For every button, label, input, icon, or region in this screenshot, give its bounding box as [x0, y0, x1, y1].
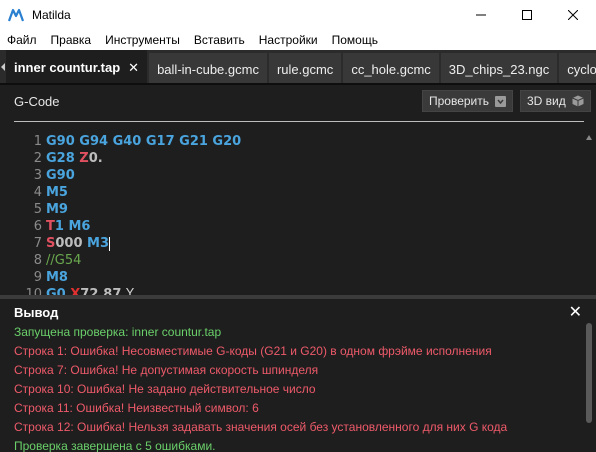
line-number: 4	[33, 185, 42, 200]
code-token: G90	[46, 168, 75, 183]
code-token: M5	[46, 185, 68, 200]
code-token: 000	[55, 236, 88, 251]
tab-close-icon[interactable]: ✕	[128, 60, 139, 76]
check-button-label: Проверить	[429, 94, 490, 108]
code-token: M3	[87, 236, 110, 251]
line-number: 1	[33, 134, 42, 149]
menu-insert[interactable]: Вставить	[187, 30, 252, 50]
code-token: 1	[54, 219, 69, 234]
output-line: Строка 1: Ошибка! Несовместимые G-коды (…	[14, 344, 492, 358]
tab-label: ball-in-cube.gcmc	[157, 61, 259, 77]
output-header: Вывод ✕	[0, 299, 596, 325]
line-number: 7	[33, 236, 42, 251]
output-scrollbar[interactable]	[586, 323, 592, 452]
output-close-icon[interactable]: ✕	[569, 302, 582, 322]
line-number: 9	[33, 270, 42, 285]
menu-settings[interactable]: Настройки	[252, 30, 325, 50]
output-line: Проверка завершена с 5 ошибками.	[14, 439, 216, 452]
tab-rule[interactable]: rule.gcmc	[268, 53, 342, 83]
output-line: Строка 11: Ошибка! Неизвестный символ: 6	[14, 401, 259, 415]
code-line[interactable]: 9 M8	[0, 269, 68, 286]
code-line[interactable]: 2 G28 Z0.	[0, 150, 103, 167]
view-3d-button-label: 3D вид	[527, 94, 566, 108]
code-line[interactable]: 4 M5	[0, 184, 68, 201]
line-number: 2	[33, 151, 42, 166]
code-line[interactable]: 3 G90	[0, 167, 75, 184]
cube-icon	[572, 95, 584, 107]
code-editor[interactable]: 1 G90 G94 G40 G17 G21 G20 2 G28 Z0. 3 G90 4 M5 5…	[0, 130, 596, 295]
matilda-logo-icon	[8, 8, 24, 22]
close-icon	[568, 10, 578, 20]
check-button[interactable]: Проверить	[422, 90, 514, 112]
code-token: G28	[46, 151, 80, 166]
menu-edit[interactable]: Правка	[44, 30, 99, 50]
output-title: Вывод	[14, 305, 59, 320]
code-token: Y	[125, 287, 134, 295]
code-token: M6	[68, 219, 91, 234]
menu-file[interactable]: Файл	[0, 30, 44, 50]
gcode-label: G-Code	[14, 94, 60, 109]
line-number: 10	[25, 287, 42, 295]
tab-cycloids[interactable]: cycloids	[559, 53, 596, 83]
tab-inner-countur[interactable]: inner countur.tap ✕	[6, 50, 148, 83]
code-token: G0	[46, 287, 71, 295]
maximize-button[interactable]	[504, 0, 550, 30]
line-number: 8	[33, 253, 42, 268]
code-token: M9	[46, 202, 68, 217]
view-3d-button[interactable]: 3D вид	[520, 90, 591, 112]
output-log: Запущена проверка: inner countur.tap Стро…	[0, 323, 596, 452]
editor-scroll-up-icon[interactable]	[586, 134, 592, 142]
menu-tools[interactable]: Инструменты	[98, 30, 187, 50]
code-token: G90 G94 G40 G17 G21 G20	[46, 134, 242, 149]
maximize-icon	[522, 10, 532, 20]
menu-help[interactable]: Помощь	[325, 30, 385, 50]
code-line[interactable]: 8 //G54	[0, 252, 82, 269]
line-number: 5	[33, 202, 42, 217]
tab-label: inner countur.tap	[14, 60, 121, 75]
code-line[interactable]: 10 G0 X72.87 Y	[0, 286, 134, 295]
code-token: X	[70, 287, 81, 295]
title-bar: Matilda	[0, 0, 596, 30]
line-number: 3	[33, 168, 42, 183]
tab-ball-in-cube[interactable]: ball-in-cube.gcmc	[149, 53, 267, 83]
check-icon	[495, 95, 507, 107]
close-window-button[interactable]	[550, 0, 596, 30]
minimize-icon	[476, 14, 486, 16]
gcode-divider	[14, 121, 584, 122]
code-token: T	[46, 219, 55, 234]
gcode-header: G-Code Проверить 3D вид	[0, 85, 596, 121]
menu-bar: Файл Правка Инструменты Вставить Настрой…	[0, 30, 596, 50]
code-token: 72.87	[80, 287, 126, 295]
tab-label: cc_hole.gcmc	[351, 61, 431, 77]
code-token: Z	[79, 151, 89, 166]
code-token: 0.	[88, 151, 103, 166]
line-number: 6	[33, 219, 42, 234]
output-line: Строка 7: Ошибка! Не допустимая скорость…	[14, 363, 319, 377]
output-line: Строка 12: Ошибка! Нельзя задавать значе…	[14, 420, 508, 434]
code-token: S	[46, 236, 56, 251]
code-token: M8	[46, 270, 68, 285]
tab-bar: inner countur.tap ✕ ball-in-cube.gcmc ru…	[0, 50, 596, 85]
code-token: //G54	[46, 253, 82, 268]
code-line[interactable]: 6 T1 M6	[0, 218, 91, 235]
tab-cc-hole[interactable]: cc_hole.gcmc	[343, 53, 439, 83]
code-line[interactable]: 7 S000 M3	[0, 235, 111, 252]
output-line: Запущена проверка: inner countur.tap	[14, 325, 222, 339]
minimize-button[interactable]	[458, 0, 504, 30]
code-line[interactable]: 1 G90 G94 G40 G17 G21 G20	[0, 133, 241, 150]
tab-label: 3D_chips_23.ngc	[448, 61, 550, 77]
scrollbar-thumb[interactable]	[586, 323, 592, 423]
code-line[interactable]: 5 M9	[0, 201, 68, 218]
tab-3d-chips[interactable]: 3D_chips_23.ngc	[440, 53, 558, 83]
tab-label: cycloids	[567, 61, 596, 77]
output-line: Строка 10: Ошибка! Не задано действитель…	[14, 382, 316, 396]
tab-label: rule.gcmc	[276, 61, 334, 77]
text-cursor	[109, 236, 111, 251]
window-title: Matilda	[32, 8, 71, 22]
